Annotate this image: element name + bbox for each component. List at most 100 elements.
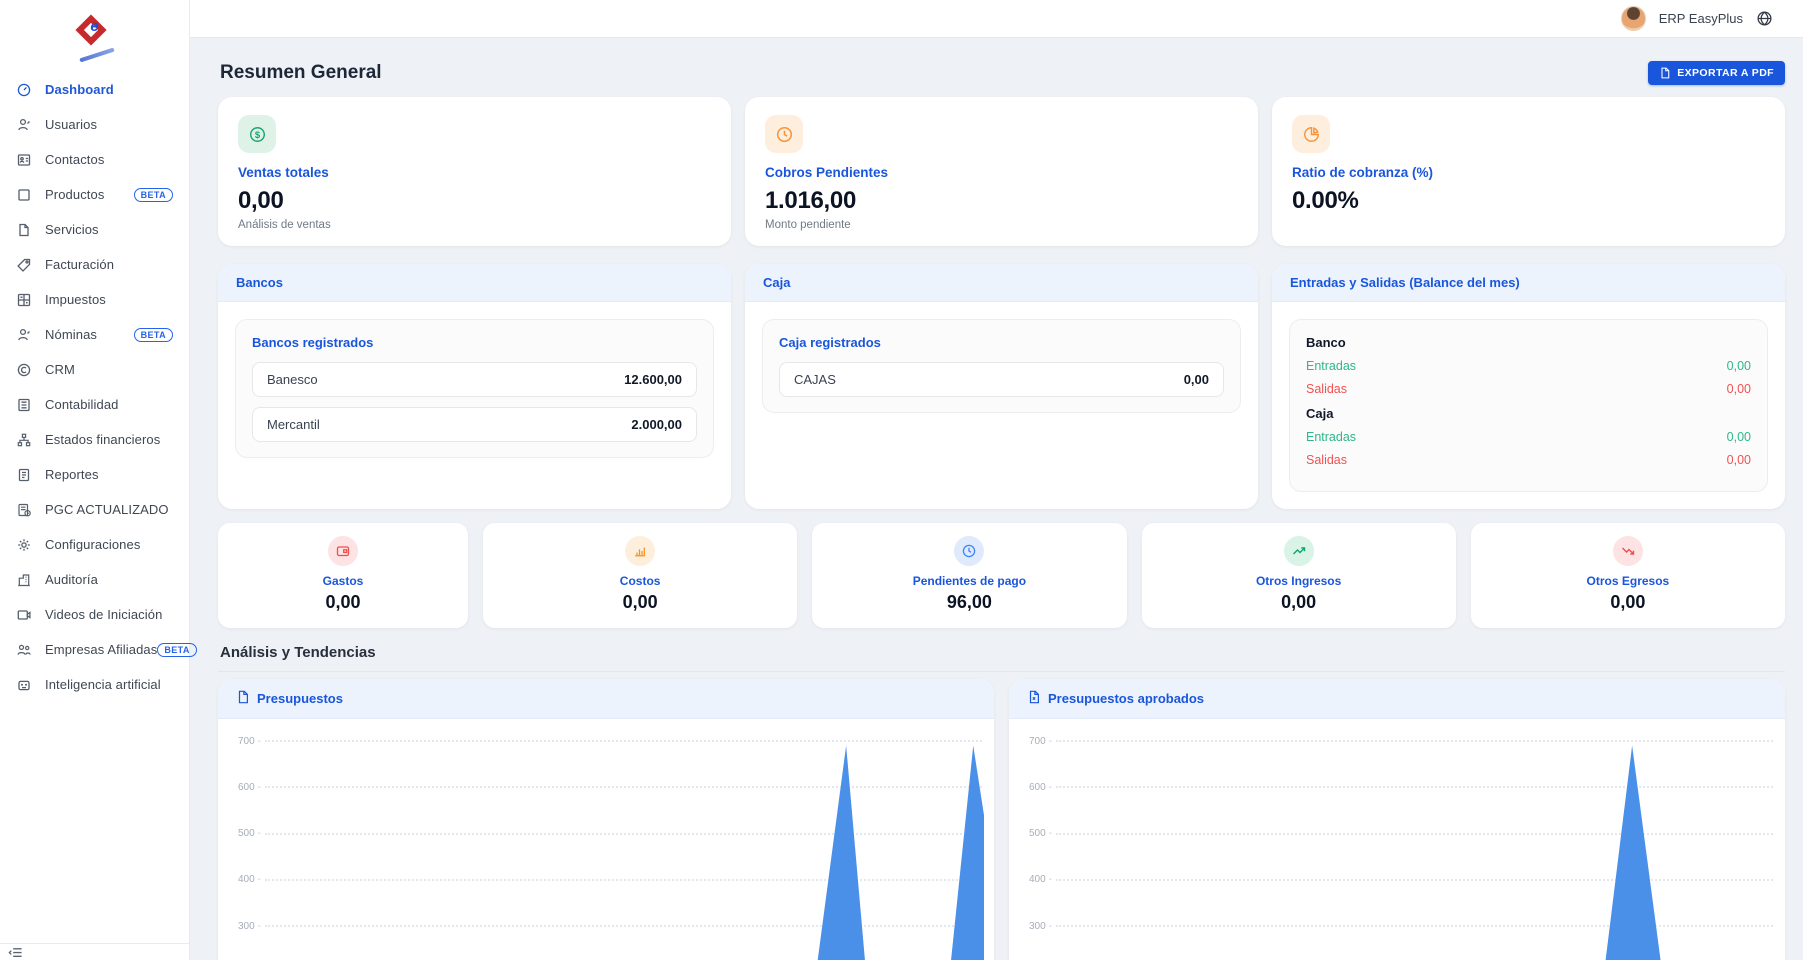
trend-down-icon bbox=[1613, 536, 1643, 566]
user-name: ERP EasyPlus bbox=[1659, 11, 1743, 26]
mini-card-costos: Costos 0,00 bbox=[483, 523, 797, 628]
mini-value: 0,00 bbox=[493, 592, 787, 613]
mini-label-link[interactable]: Otros Egresos bbox=[1481, 574, 1775, 588]
bank-balance: 2.000,00 bbox=[631, 417, 682, 432]
y-axis-tick: 700 bbox=[231, 736, 261, 747]
pdf-file-icon bbox=[1659, 67, 1671, 79]
sidebar-footer bbox=[0, 943, 189, 960]
sidebar-item-usuarios[interactable]: Usuarios bbox=[10, 107, 179, 142]
user-icon bbox=[16, 117, 32, 133]
balance-entry: Entradas 0,00 bbox=[1306, 430, 1751, 444]
presupuestos-aprobados-chart: 700600500400300 bbox=[1009, 719, 1785, 960]
bank-name: Banesco bbox=[267, 372, 318, 387]
dashboard-content: Resumen General EXPORTAR A PDF $ Ventas … bbox=[190, 38, 1803, 960]
sidebar-item-impuestos[interactable]: Impuestos bbox=[10, 282, 179, 317]
area-series bbox=[266, 719, 984, 960]
dashboard-icon bbox=[16, 82, 32, 98]
sidebar-item-nominas[interactable]: Nóminas BETA bbox=[10, 317, 179, 352]
tag-icon bbox=[16, 257, 32, 273]
caja-panel: Caja Caja registrados CAJAS 0,00 bbox=[745, 264, 1258, 509]
balance-panel: Entradas y Salidas (Balance del mes) Ban… bbox=[1272, 264, 1785, 509]
mini-label-link[interactable]: Pendientes de pago bbox=[822, 574, 1116, 588]
kpi-value: 1.016,00 bbox=[765, 187, 1238, 215]
calculator-icon bbox=[16, 292, 32, 308]
sidebar-item-inteligencia-artificial[interactable]: Inteligencia artificial bbox=[10, 667, 179, 702]
y-axis-tick: 400 bbox=[231, 874, 261, 885]
sidebar-item-videos[interactable]: Videos de Iniciación bbox=[10, 597, 179, 632]
language-globe-icon[interactable] bbox=[1756, 10, 1773, 27]
kpi-subtitle: Monto pendiente bbox=[765, 219, 1238, 231]
sidebar-item-configuraciones[interactable]: Configuraciones bbox=[10, 527, 179, 562]
bancos-panel: Bancos Bancos registrados Banesco 12.600… bbox=[218, 264, 731, 509]
balance-entry: Salidas 0,00 bbox=[1306, 382, 1751, 396]
y-axis-tick: 700 bbox=[1022, 736, 1052, 747]
kpi-title-link[interactable]: Ventas totales bbox=[238, 165, 711, 180]
kpi-title-link[interactable]: Cobros Pendientes bbox=[765, 165, 1238, 180]
robot-icon bbox=[16, 677, 32, 693]
presupuestos-chart-card: Presupuestos 700600500400300 bbox=[218, 679, 994, 960]
sidebar-item-estados-financieros[interactable]: Estados financieros bbox=[10, 422, 179, 457]
approved-document-icon bbox=[1027, 690, 1041, 707]
bancos-registrados-subcard: Bancos registrados Banesco 12.600,00 Mer… bbox=[235, 319, 714, 458]
mini-value: 0,00 bbox=[228, 592, 458, 613]
bank-icon bbox=[16, 572, 32, 588]
cash-row: CAJAS 0,00 bbox=[779, 362, 1224, 397]
collapse-sidebar-icon[interactable] bbox=[8, 946, 23, 959]
document-clock-icon bbox=[16, 502, 32, 518]
users-icon bbox=[16, 642, 32, 658]
bank-balance: 12.600,00 bbox=[624, 372, 682, 387]
balance-entry: Entradas 0,00 bbox=[1306, 359, 1751, 373]
bar-chart-icon bbox=[625, 536, 655, 566]
bancos-panel-title: Bancos bbox=[218, 264, 731, 302]
presupuestos-chart: 700600500400300 bbox=[218, 719, 994, 960]
sidebar-item-auditoria[interactable]: Auditoría bbox=[10, 562, 179, 597]
contact-card-icon bbox=[16, 152, 32, 168]
bancos-registrados-title: Bancos registrados bbox=[252, 335, 697, 350]
export-pdf-button[interactable]: EXPORTAR A PDF bbox=[1648, 61, 1785, 85]
hierarchy-icon bbox=[16, 432, 32, 448]
charts-row: Presupuestos 700600500400300 Presupuesto… bbox=[218, 679, 1785, 960]
sidebar-item-pgc[interactable]: PGC ACTUALIZADO bbox=[10, 492, 179, 527]
balance-group-name: Caja bbox=[1306, 406, 1751, 421]
svg-text:$: $ bbox=[254, 129, 260, 140]
trends-section-header: Análisis y Tendencias bbox=[218, 644, 1785, 672]
dollar-circle-icon: $ bbox=[238, 115, 276, 153]
mini-label-link[interactable]: Costos bbox=[493, 574, 787, 588]
wallet-icon bbox=[328, 536, 358, 566]
document-icon bbox=[16, 222, 32, 238]
sidebar-item-servicios[interactable]: Servicios bbox=[10, 212, 179, 247]
person-icon bbox=[16, 327, 32, 343]
pie-chart-icon bbox=[1292, 115, 1330, 153]
user-avatar[interactable] bbox=[1621, 6, 1646, 31]
mini-value: 0,00 bbox=[1152, 592, 1446, 613]
sidebar-item-empresas-afiliadas[interactable]: Empresas Afiliadas BETA bbox=[10, 632, 179, 667]
cash-balance: 0,00 bbox=[1184, 372, 1209, 387]
balance-entry: Salidas 0,00 bbox=[1306, 453, 1751, 467]
accounts-row: Bancos Bancos registrados Banesco 12.600… bbox=[218, 264, 1785, 509]
video-icon bbox=[16, 607, 32, 623]
presupuestos-aprobados-chart-card: Presupuestos aprobados 700600500400300 bbox=[1009, 679, 1785, 960]
topbar: ERP EasyPlus bbox=[190, 0, 1803, 38]
box-icon bbox=[16, 187, 32, 203]
caja-registrados-subcard: Caja registrados CAJAS 0,00 bbox=[762, 319, 1241, 413]
trends-section-title: Análisis y Tendencias bbox=[220, 644, 376, 661]
report-icon bbox=[16, 467, 32, 483]
budget-document-icon bbox=[236, 690, 250, 707]
mini-card-otros-ingresos: Otros Ingresos 0,00 bbox=[1142, 523, 1456, 628]
y-axis-tick: 500 bbox=[231, 828, 261, 839]
sidebar-item-dashboard[interactable]: Dashboard bbox=[10, 72, 179, 107]
sidebar-item-productos[interactable]: Productos BETA bbox=[10, 177, 179, 212]
sidebar-item-crm[interactable]: CRM bbox=[10, 352, 179, 387]
app-logo[interactable]: e bbox=[0, 0, 189, 66]
kpi-value: 0,00 bbox=[238, 187, 711, 215]
caja-panel-title: Caja bbox=[745, 264, 1258, 302]
sidebar-item-reportes[interactable]: Reportes bbox=[10, 457, 179, 492]
kpi-title-link[interactable]: Ratio de cobranza (%) bbox=[1292, 165, 1765, 180]
sidebar-item-contabilidad[interactable]: Contabilidad bbox=[10, 387, 179, 422]
sidebar-item-contactos[interactable]: Contactos bbox=[10, 142, 179, 177]
mini-label-link[interactable]: Otros Ingresos bbox=[1152, 574, 1446, 588]
sidebar-nav: Dashboard Usuarios Contactos Productos B… bbox=[0, 66, 189, 702]
y-axis-tick: 400 bbox=[1022, 874, 1052, 885]
sidebar-item-facturacion[interactable]: Facturación bbox=[10, 247, 179, 282]
mini-label-link[interactable]: Gastos bbox=[228, 574, 458, 588]
